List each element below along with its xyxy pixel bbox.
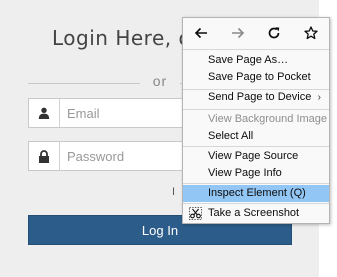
menu-separator bbox=[183, 203, 329, 204]
menu-item-label: Take a Screenshot bbox=[208, 207, 300, 219]
menu-item-view-page-info[interactable]: View Page Info bbox=[183, 165, 329, 182]
divider-left bbox=[28, 83, 140, 84]
menu-separator bbox=[183, 49, 329, 50]
menu-item-take-screenshot[interactable]: Take a Screenshot bbox=[183, 205, 329, 222]
menu-item-view-page-source[interactable]: View Page Source bbox=[183, 148, 329, 165]
menu-item-save-page-as[interactable]: Save Page As… bbox=[183, 52, 329, 69]
menu-item-select-all[interactable]: Select All bbox=[183, 128, 329, 145]
menu-item-save-to-pocket[interactable]: Save Page to Pocket bbox=[183, 69, 329, 86]
user-icon bbox=[29, 99, 60, 127]
menu-separator bbox=[183, 109, 329, 110]
menu-item-send-page-to-device[interactable]: Send Page to Device › bbox=[183, 89, 329, 106]
menu-separator bbox=[183, 183, 329, 184]
context-menu-navigation bbox=[183, 18, 329, 48]
menu-item-inspect-element[interactable]: Inspect Element (Q) bbox=[183, 185, 329, 202]
star-icon[interactable] bbox=[298, 21, 324, 45]
context-menu: Save Page As… Save Page to Pocket Send P… bbox=[182, 17, 330, 224]
lock-icon bbox=[29, 142, 60, 170]
or-divider-text: or bbox=[152, 73, 168, 89]
scissors-icon bbox=[189, 207, 202, 220]
forward-arrow-icon[interactable] bbox=[225, 21, 251, 45]
partially-hidden-text: I bbox=[172, 186, 176, 198]
reload-icon[interactable] bbox=[261, 21, 287, 45]
back-arrow-icon[interactable] bbox=[188, 21, 214, 45]
menu-separator bbox=[183, 146, 329, 147]
submenu-arrow-icon: › bbox=[317, 92, 321, 103]
menu-item-view-background-image: View Background Image bbox=[208, 113, 328, 125]
menu-item-label: Send Page to Device bbox=[208, 91, 312, 103]
